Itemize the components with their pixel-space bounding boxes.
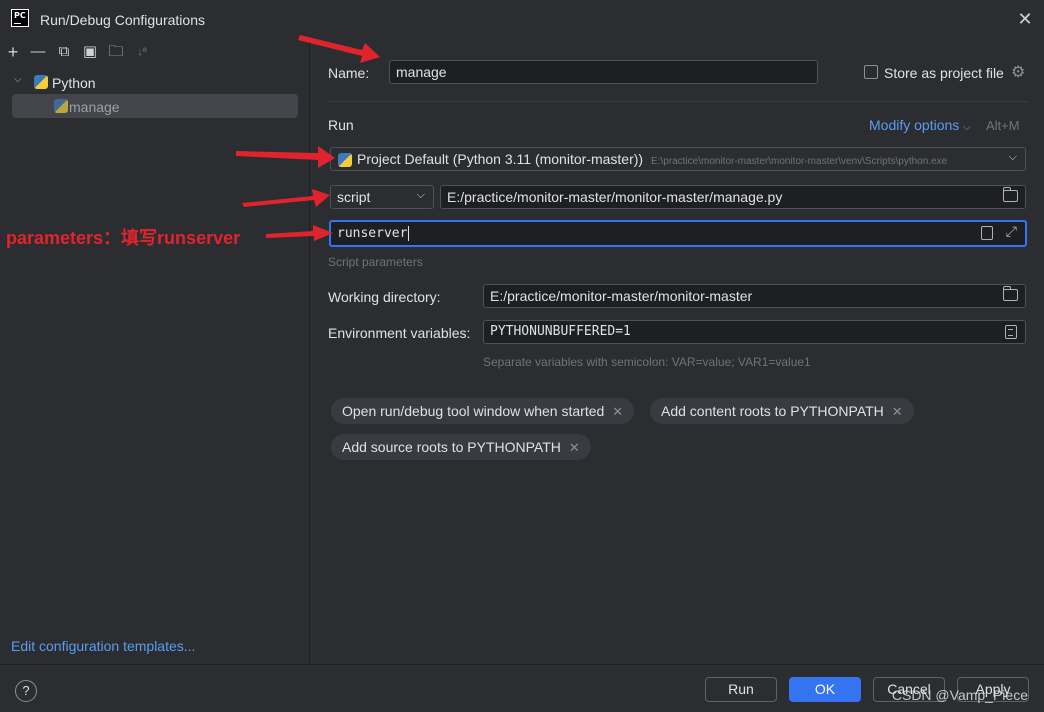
ok-button[interactable]: OK xyxy=(789,677,861,702)
modify-options-shortcut: Alt+M xyxy=(986,118,1020,133)
environment-variables-hint: Separate variables with semicolon: VAR=v… xyxy=(483,355,811,369)
chevron-down-icon[interactable]: ⌵ xyxy=(14,74,26,85)
save-icon[interactable]: ▣ xyxy=(81,43,99,61)
working-directory-input[interactable]: E:/practice/monitor-master/monitor-maste… xyxy=(483,284,1026,308)
dialog-title: Run/Debug Configurations xyxy=(40,12,205,28)
target-type-value: script xyxy=(337,189,371,205)
pycharm-app-icon: PC xyxy=(11,9,29,27)
folder-icon[interactable] xyxy=(1003,187,1018,202)
divider xyxy=(328,101,1028,102)
script-path-input[interactable]: E:/practice/monitor-master/monitor-maste… xyxy=(440,185,1026,209)
copy-icon[interactable]: ⧉ xyxy=(55,43,73,61)
modify-options-label: Modify options xyxy=(869,117,960,133)
run-section-title: Run xyxy=(328,117,354,133)
environment-variables-label: Environment variables: xyxy=(328,325,471,341)
edit-configuration-templates-link[interactable]: Edit configuration templates... xyxy=(11,638,195,654)
list-icon[interactable] xyxy=(981,226,993,240)
sort-icon[interactable]: ↓ª xyxy=(133,43,151,61)
remove-chip-icon[interactable]: ✕ xyxy=(612,404,623,419)
remove-icon[interactable]: — xyxy=(29,43,47,61)
name-input[interactable]: manage xyxy=(389,60,818,84)
store-as-project-file-checkbox[interactable] xyxy=(864,65,878,79)
close-icon[interactable]: ✕ xyxy=(1015,9,1035,29)
expand-icon[interactable]: ⤢ xyxy=(1006,224,1017,240)
python-icon xyxy=(338,153,352,167)
list-icon[interactable] xyxy=(1005,325,1017,339)
tree-group-python[interactable]: ⌵ Python xyxy=(12,72,302,92)
store-as-project-file-label: Store as project file xyxy=(884,65,1004,81)
modify-options-link[interactable]: Modify options ⌵ xyxy=(869,117,971,133)
script-path-value: E:/practice/monitor-master/monitor-maste… xyxy=(447,189,783,205)
sidebar-toolbar: + — ⧉ ▣ 🗀 ↓ª xyxy=(0,40,310,64)
chip-add-source-roots[interactable]: Add source roots to PYTHONPATH ✕ xyxy=(331,434,591,460)
python-icon xyxy=(54,99,68,113)
python-icon xyxy=(34,75,48,89)
chip-label: Open run/debug tool window when started xyxy=(342,403,605,419)
remove-chip-icon[interactable]: ✕ xyxy=(569,440,580,455)
annotation-label: parameters：填写runserver xyxy=(6,228,241,248)
gear-icon[interactable]: ⚙ xyxy=(1011,62,1025,82)
chevron-down-icon: ⌵ xyxy=(963,122,971,133)
configurations-sidebar: + — ⧉ ▣ 🗀 ↓ª ⌵ Python manage Edit config… xyxy=(0,40,310,664)
dialog-footer: ? Run OK Cancel Apply CSDN @Vamp_Piece xyxy=(0,664,1044,712)
folder-add-icon[interactable]: 🗀 xyxy=(107,43,125,61)
folder-icon[interactable] xyxy=(1003,286,1018,301)
remove-chip-icon[interactable]: ✕ xyxy=(892,404,903,419)
configuration-form: Name: manage Store as project file ⚙ Run… xyxy=(311,40,1044,664)
script-parameters-hint: Script parameters xyxy=(328,255,423,269)
chip-open-tool-window[interactable]: Open run/debug tool window when started ✕ xyxy=(331,398,635,424)
interpreter-select[interactable]: Project Default (Python 3.11 (monitor-ma… xyxy=(330,147,1026,171)
chevron-down-icon: ⌵ xyxy=(416,189,425,201)
help-button[interactable]: ? xyxy=(15,680,37,702)
environment-variables-value: PYTHONUNBUFFERED=1 xyxy=(490,324,631,339)
working-directory-value: E:/practice/monitor-master/monitor-maste… xyxy=(490,288,753,304)
chevron-down-icon[interactable]: ⌵ xyxy=(1004,151,1017,164)
tree-item-manage[interactable]: manage xyxy=(12,94,298,118)
run-button[interactable]: Run xyxy=(705,677,777,702)
title-bar: PC Run/Debug Configurations ✕ xyxy=(0,0,1044,40)
tree-group-label: Python xyxy=(52,75,96,91)
tree-item-label: manage xyxy=(69,99,120,115)
working-directory-label: Working directory: xyxy=(328,289,441,305)
script-parameters-value: runserver xyxy=(337,226,408,241)
interpreter-path: E:\practice\monitor-master\monitor-maste… xyxy=(650,156,948,167)
interpreter-value: Project Default (Python 3.11 (monitor-ma… xyxy=(357,151,644,167)
chip-label: Add source roots to PYTHONPATH xyxy=(342,439,561,455)
name-label: Name: xyxy=(328,65,370,81)
watermark: CSDN @Vamp_Piece xyxy=(891,687,1028,703)
environment-variables-input[interactable]: PYTHONUNBUFFERED=1 xyxy=(483,320,1026,344)
add-icon[interactable]: + xyxy=(4,43,22,61)
chip-label: Add content roots to PYTHONPATH xyxy=(661,403,884,419)
target-type-select[interactable]: script ⌵ xyxy=(330,185,434,209)
script-parameters-input[interactable]: runserver ⤢ xyxy=(329,220,1027,247)
chip-add-content-roots[interactable]: Add content roots to PYTHONPATH ✕ xyxy=(650,398,914,424)
text-cursor xyxy=(408,226,410,241)
